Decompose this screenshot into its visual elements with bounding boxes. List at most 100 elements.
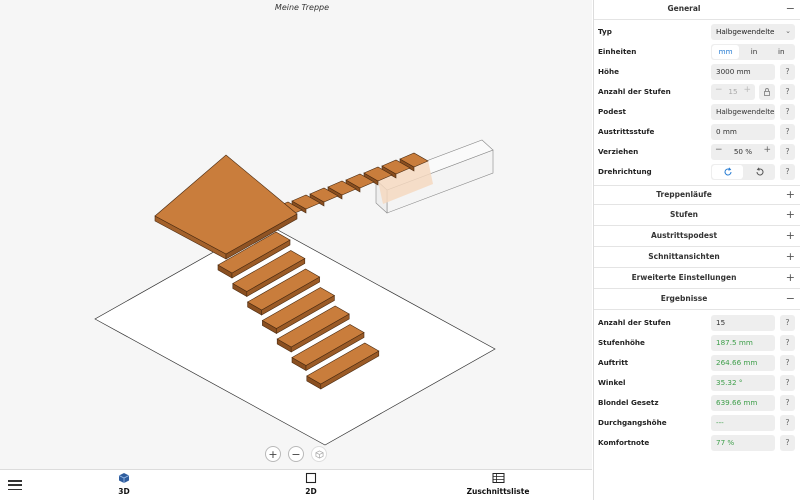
help-icon[interactable]: ? [780, 84, 795, 100]
section-title: Austrittspodest [650, 231, 718, 240]
help-icon[interactable]: ? [780, 64, 795, 80]
podest-label: Podest [598, 107, 626, 116]
typ-label: Typ [598, 27, 612, 36]
typ-value: Halbgewendelte [716, 27, 775, 36]
verziehen-stepper: − 50 % + [711, 144, 775, 160]
anzahl-stufen-label: Anzahl der Stufen [598, 87, 671, 96]
help-icon[interactable]: ? [780, 144, 795, 160]
row-anzahl-stufen: Anzahl der Stufen − 15 + ? [594, 82, 800, 102]
cube-icon [118, 473, 130, 483]
help-icon[interactable]: ? [780, 355, 795, 371]
result-row: Anzahl der Stufen 15 ? [594, 313, 800, 333]
tab-2d[interactable]: 2D [271, 472, 351, 496]
help-icon[interactable]: ? [780, 335, 795, 351]
row-podest: Podest Halbgewendelte ? [594, 102, 800, 122]
table-icon [492, 473, 504, 483]
section-treppenlaeufe-header[interactable]: Treppenläufe + [594, 185, 800, 205]
result-row: Durchgangshöhe --- ? [594, 413, 800, 433]
verziehen-label: Verziehen [598, 147, 639, 156]
expand-icon[interactable]: + [786, 229, 795, 242]
tab-2d-label: 2D [305, 487, 317, 496]
unit-mm-option[interactable]: mm [712, 45, 740, 59]
typ-select[interactable]: Halbgewendelte ⌄ [711, 24, 795, 40]
help-icon[interactable]: ? [780, 415, 795, 431]
austrittsstufe-input[interactable]: 0 mm [711, 124, 775, 140]
stair-3d-scene[interactable] [0, 0, 592, 469]
rotate-cw-icon [724, 167, 731, 176]
tab-3d-label: 3D [118, 487, 130, 496]
expand-icon[interactable]: + [786, 188, 795, 201]
help-icon[interactable]: ? [780, 104, 795, 120]
section-erweiterte-einstellungen-header[interactable]: Erweiterte Einstellungen + [594, 269, 800, 289]
result-row: Auftritt 264.66 mm ? [594, 353, 800, 373]
section-general-header[interactable]: General − [594, 0, 800, 20]
lock-button[interactable] [759, 84, 775, 100]
result-label: Blondel Gesetz [598, 398, 659, 407]
scene-title: Meine Treppe [274, 3, 330, 12]
help-icon[interactable]: ? [780, 395, 795, 411]
rotation-toggle [711, 164, 775, 180]
result-value: --- [711, 415, 775, 431]
result-label: Anzahl der Stufen [598, 318, 671, 327]
result-value: 35.32 ° [711, 375, 775, 391]
section-title: Erweiterte Einstellungen [631, 273, 737, 282]
collapse-icon[interactable]: − [786, 2, 795, 15]
result-value: 639.66 mm [711, 395, 775, 411]
row-hoehe: Höhe 3000 mm ? [594, 62, 800, 82]
result-row: Blondel Gesetz 639.66 mm ? [594, 393, 800, 413]
section-ergebnisse-header[interactable]: Ergebnisse − [594, 290, 800, 310]
section-title: Stufen [669, 210, 698, 219]
stufen-stepper: − 15 + [711, 84, 755, 100]
result-label: Durchgangshöhe [598, 418, 667, 427]
tab-cut-list-label: Zuschnittsliste [466, 487, 530, 496]
plus-icon[interactable]: + [763, 145, 771, 155]
expand-icon[interactable]: + [786, 208, 795, 221]
einheiten-label: Einheiten [598, 47, 637, 56]
section-title: Ergebnisse [660, 294, 708, 303]
result-row: Stufenhöhe 187.5 mm ? [594, 333, 800, 353]
row-typ: Typ Halbgewendelte ⌄ [594, 22, 800, 42]
section-title: Schnittansichten [648, 252, 720, 261]
result-label: Komfortnote [598, 438, 650, 447]
unit-toggle: mm in in [711, 44, 795, 60]
section-austrittspodest-header[interactable]: Austrittspodest + [594, 227, 800, 247]
unit-in-option[interactable]: in [740, 44, 767, 60]
podest-select[interactable]: Halbgewendelte [711, 104, 775, 120]
chevron-down-icon: ⌄ [785, 27, 791, 35]
help-icon[interactable]: ? [780, 164, 795, 180]
tab-cut-list[interactable]: Zuschnittsliste [458, 472, 538, 496]
zoom-in-button[interactable]: + [265, 446, 281, 462]
collapse-icon[interactable]: − [786, 292, 795, 305]
rotate-clockwise-button[interactable] [712, 165, 743, 179]
unit-in-fraction-option[interactable]: in [768, 44, 795, 60]
expand-icon[interactable]: + [786, 271, 795, 284]
hoehe-input[interactable]: 3000 mm [711, 64, 775, 80]
row-einheiten: Einheiten mm in in [594, 42, 800, 62]
reset-view-button[interactable] [311, 446, 327, 462]
square-icon [305, 472, 317, 484]
lock-icon [764, 88, 770, 96]
help-icon[interactable]: ? [780, 435, 795, 451]
result-value: 264.66 mm [711, 355, 775, 371]
upper-flight [273, 139, 494, 221]
section-schnittansichten-header[interactable]: Schnittansichten + [594, 248, 800, 268]
help-icon[interactable]: ? [780, 375, 795, 391]
result-label: Stufenhöhe [598, 338, 645, 347]
zoom-out-button[interactable]: − [288, 446, 304, 462]
help-icon[interactable]: ? [780, 315, 795, 331]
expand-icon[interactable]: + [786, 250, 795, 263]
result-row: Komfortnote 77 % ? [594, 433, 800, 453]
section-stufen-header[interactable]: Stufen + [594, 206, 800, 226]
tab-3d[interactable]: 3D [84, 472, 164, 496]
row-austrittsstufe: Austrittsstufe 0 mm ? [594, 122, 800, 142]
hoehe-label: Höhe [598, 67, 619, 76]
section-general-title: General [667, 4, 701, 13]
rotate-counterclockwise-button[interactable] [744, 164, 775, 180]
help-icon[interactable]: ? [780, 124, 795, 140]
row-verziehen: Verziehen − 50 % + ? [594, 142, 800, 162]
drehrichtung-label: Drehrichtung [598, 167, 652, 176]
rotate-ccw-icon [756, 167, 763, 176]
3d-viewport[interactable] [0, 0, 592, 469]
row-drehrichtung: Drehrichtung ? [594, 162, 800, 182]
menu-icon[interactable] [8, 478, 22, 492]
